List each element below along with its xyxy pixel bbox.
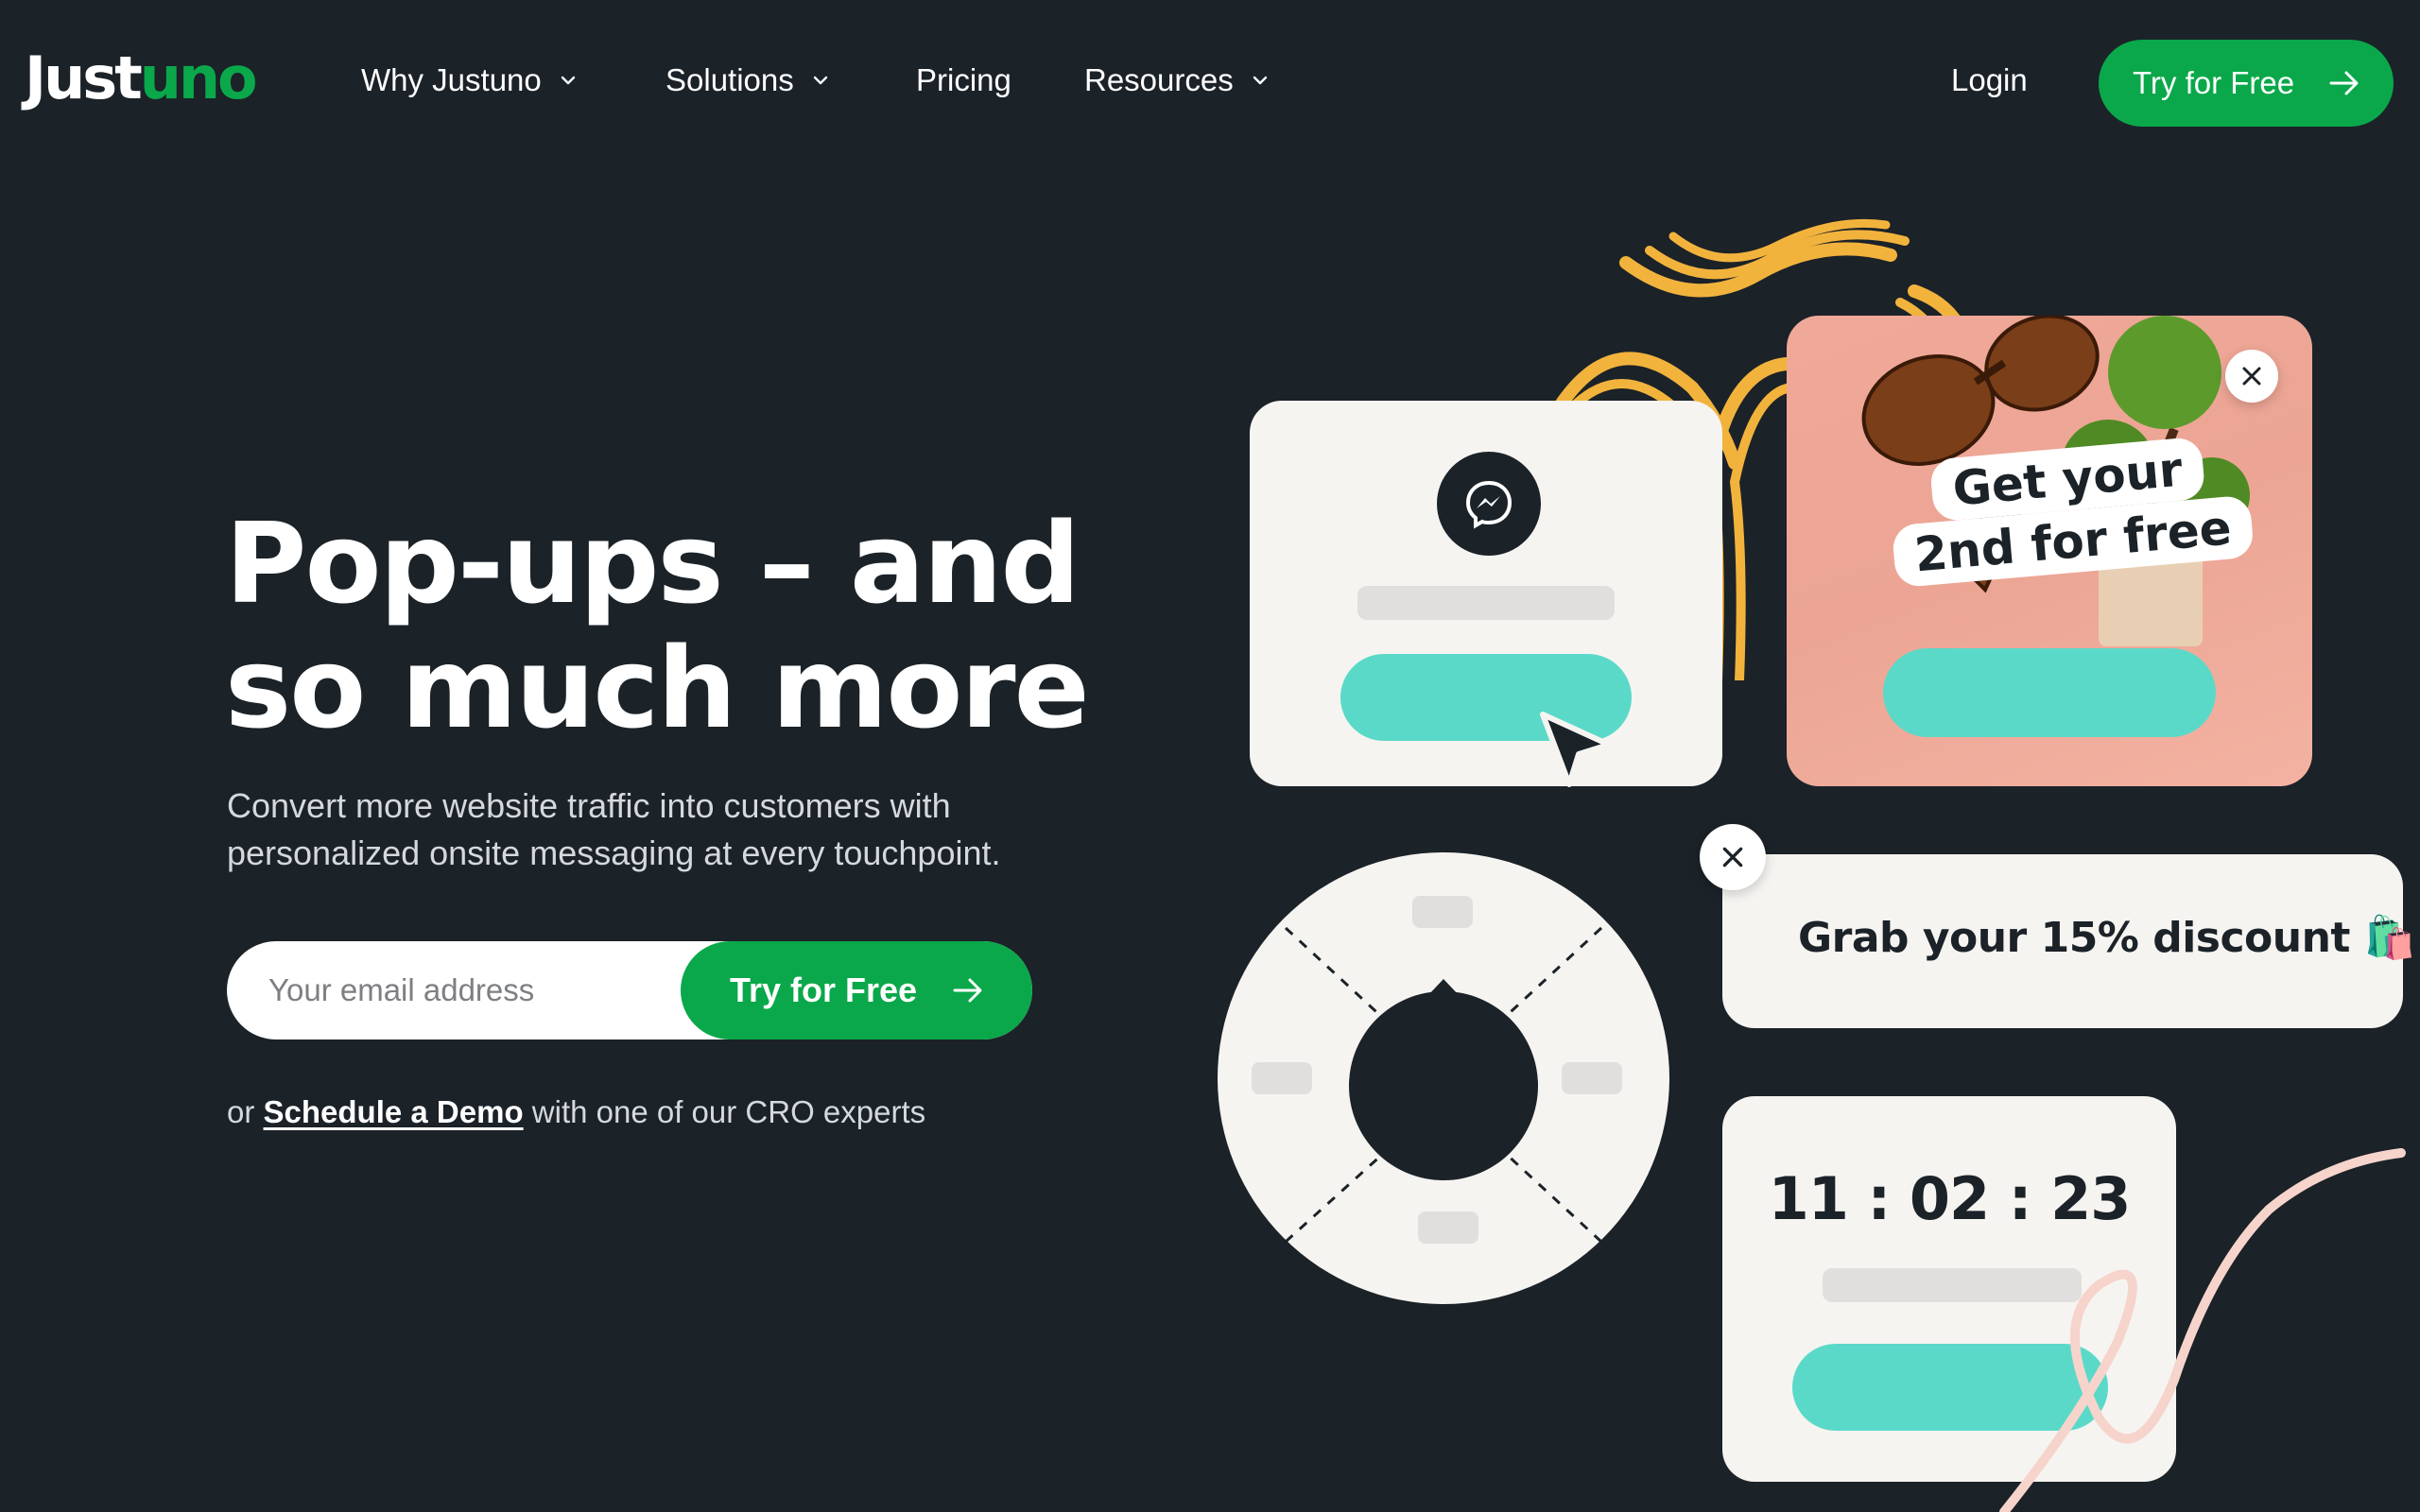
spin-wheel xyxy=(1218,852,1669,1304)
chevron-down-icon xyxy=(561,76,575,84)
button-label: Try for Free xyxy=(2133,65,2295,100)
nav-item-label: Solutions xyxy=(666,62,794,97)
placeholder-text-bar xyxy=(1357,586,1615,620)
wheel-center xyxy=(1349,991,1538,1180)
messenger-icon xyxy=(1465,480,1512,529)
wheel-segment-label xyxy=(1412,896,1473,928)
schedule-demo-link[interactable]: Schedule a Demo xyxy=(264,1094,524,1129)
logo-text-green: uno xyxy=(139,43,258,112)
button-label: Try for Free xyxy=(730,971,918,1009)
chevron-down-icon xyxy=(1253,76,1267,84)
email-input[interactable] xyxy=(268,941,666,1040)
schedule-demo-text: or Schedule a Demo with one of our CRO e… xyxy=(227,1094,925,1130)
hero-subheadline: Convert more website traffic into custom… xyxy=(227,786,1001,872)
nav-item-why-justuno[interactable]: Why Justuno xyxy=(361,64,578,95)
placeholder-cta-button xyxy=(1792,1344,2108,1431)
nav-item-label: Why Justuno xyxy=(361,62,542,97)
close-icon xyxy=(1722,847,1743,868)
nav-item-solutions[interactable]: Solutions xyxy=(666,64,830,95)
arrow-right-icon xyxy=(953,978,982,1003)
discount-banner-card: Grab your 15% discount 🛍️ xyxy=(1722,854,2416,1028)
chevron-down-icon xyxy=(813,76,827,84)
nav-item-label: Resources xyxy=(1084,62,1234,97)
demo-prefix: or xyxy=(227,1094,264,1129)
discount-label: Grab your 15% discount xyxy=(1798,914,2350,962)
wheel-segment-label xyxy=(1562,1062,1622,1094)
promo-popup-card: Get your 2nd for free xyxy=(1787,316,2312,786)
placeholder-cta-button xyxy=(1883,648,2216,737)
nav-item-resources[interactable]: Resources xyxy=(1084,64,1270,95)
justuno-logo[interactable]: Justuno xyxy=(25,49,258,108)
top-navigation: Justuno Why Justuno Solutions Pricing Re… xyxy=(0,0,2420,170)
nav-item-label: Pricing xyxy=(916,62,1011,97)
countdown-timer-card: 11 : 02 : 23 xyxy=(1722,1096,2176,1482)
messenger-popup-card xyxy=(1250,401,1722,787)
nav-item-pricing[interactable]: Pricing xyxy=(916,64,1011,95)
logo-text-white: Just xyxy=(25,43,143,112)
promo-close-button[interactable] xyxy=(2225,350,2278,403)
shopping-bags-icon: 🛍️ xyxy=(2363,914,2416,962)
discount-close-button[interactable] xyxy=(1700,824,1766,890)
messenger-badge xyxy=(1437,452,1541,556)
hero-try-for-free-button[interactable]: Try for Free xyxy=(681,941,1032,1040)
mouse-cursor-icon xyxy=(1540,712,1612,787)
email-signup-form: Try for Free xyxy=(227,941,1032,1040)
nav-try-for-free-button[interactable]: Try for Free xyxy=(2099,40,2394,127)
countdown-timer: 11 : 02 : 23 xyxy=(1768,1164,2132,1233)
headline-line-2: so much more xyxy=(225,623,1090,753)
login-link[interactable]: Login xyxy=(1951,64,2028,95)
close-icon xyxy=(2242,367,2261,386)
hero-headline: Pop-ups – and so much more xyxy=(225,501,1151,750)
headline-line-1: Pop-ups – and xyxy=(225,498,1080,628)
arrow-right-icon xyxy=(2329,71,2359,95)
demo-suffix: with one of our CRO experts xyxy=(523,1094,926,1129)
discount-text: Grab your 15% discount 🛍️ xyxy=(1798,913,2416,962)
placeholder-text-bar xyxy=(1823,1268,2082,1302)
wheel-segment-label xyxy=(1418,1211,1478,1244)
wheel-segment-label xyxy=(1252,1062,1312,1094)
